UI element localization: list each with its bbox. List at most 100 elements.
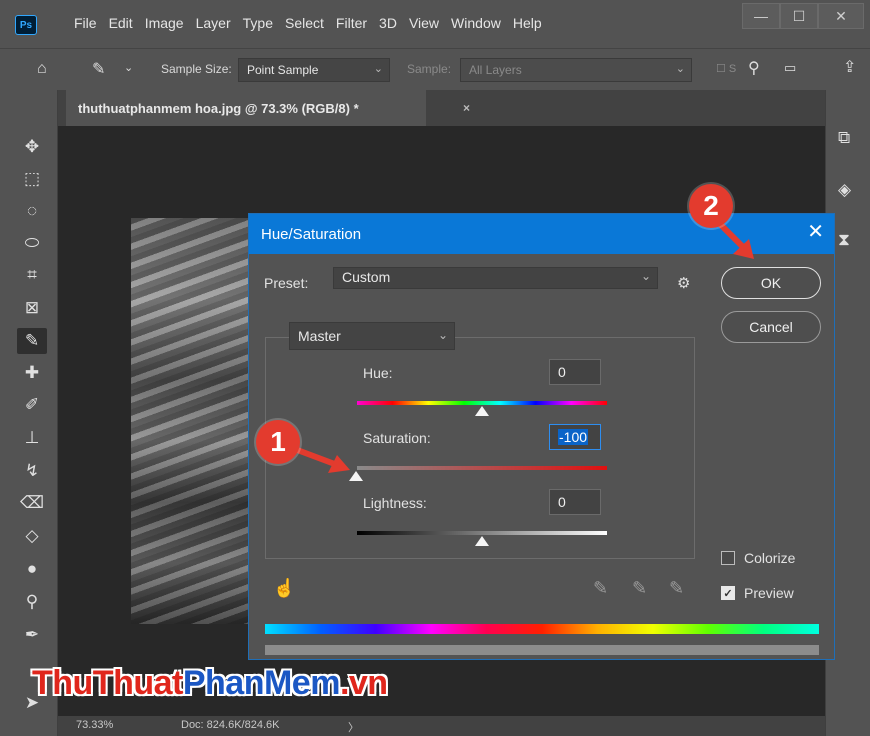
menu-filter[interactable]: Filter (336, 15, 367, 31)
frame-tool-icon[interactable]: ⊠ (17, 295, 47, 321)
hue-slider-track[interactable] (357, 401, 607, 405)
lasso-tool-icon[interactable]: ◌ (17, 198, 47, 224)
maximize-button[interactable]: ☐ (780, 3, 818, 29)
menu-layer[interactable]: Layer (196, 15, 231, 31)
sample-size-select[interactable]: Point Sample ⌄ (238, 58, 390, 82)
eyedropper-tool-preset-icon[interactable]: ✎ (92, 59, 105, 79)
preset-value: Custom (342, 269, 391, 285)
menu-image[interactable]: Image (145, 15, 184, 31)
home-icon[interactable]: ⌂ (37, 60, 47, 78)
preview-label: Preview (744, 585, 794, 601)
document-tab-close-icon[interactable]: × (463, 101, 470, 115)
eyedropper-icon[interactable]: ✎ (593, 578, 608, 599)
chevron-down-icon: ⌄ (640, 269, 651, 283)
hue-label: Hue: (363, 365, 393, 381)
eyedropper-tool-icon[interactable]: ✎ (17, 328, 47, 354)
colorize-checkbox[interactable] (721, 551, 735, 565)
quick-selection-tool-icon[interactable]: ⬭ (17, 230, 47, 256)
lightness-slider-thumb[interactable] (475, 536, 489, 546)
window-close-button[interactable]: ✕ (818, 3, 864, 29)
crop-tool-icon[interactable]: ⌗ (17, 262, 47, 288)
history-panel-icon[interactable]: ⧗ (838, 230, 850, 250)
status-menu-icon[interactable]: 〉 (348, 719, 359, 735)
healing-brush-tool-icon[interactable]: ✚ (17, 360, 47, 386)
menu-type[interactable]: Type (243, 15, 273, 31)
clone-stamp-tool-icon[interactable]: ⊥ (17, 425, 47, 451)
watermark-part-2: PhanMem (182, 664, 341, 702)
preview-checkbox[interactable]: ✓ (721, 586, 735, 600)
adjusted-spectrum-bar (265, 645, 819, 655)
hue-slider-thumb[interactable] (475, 406, 489, 416)
chevron-down-icon: ⌄ (675, 63, 685, 75)
sample-size-label: Sample Size: (161, 62, 232, 76)
step-2-badge: 2 (689, 184, 733, 228)
menu-help[interactable]: Help (513, 15, 542, 31)
saturation-label: Saturation: (363, 430, 431, 446)
preset-select[interactable]: Custom ⌄ (333, 267, 658, 289)
subtract-from-sample-eyedropper-icon[interactable]: ✎ (669, 578, 684, 599)
document-tab[interactable]: thuthuatphanmem hoa.jpg @ 73.3% (RGB/8) … (66, 90, 470, 126)
saturation-value: -100 (558, 429, 589, 445)
doc-size: Doc: 824.6K/824.6K (181, 719, 280, 731)
menu-items: File Edit Image Layer Type Select Filter… (74, 15, 554, 31)
watermark-part-1: ThuThuat (32, 664, 183, 702)
workspace-icon[interactable]: ▭ (784, 60, 796, 76)
hue-input[interactable]: 0 (549, 359, 601, 385)
menu-window[interactable]: Window (451, 15, 501, 31)
menu-view[interactable]: View (409, 15, 439, 31)
options-bar: ⌂ ✎ ⌄ Sample Size: Point Sample ⌄ Sample… (0, 48, 870, 90)
menu-3d[interactable]: 3D (379, 15, 397, 31)
dodge-tool-icon[interactable]: ⚲ (17, 589, 47, 615)
preset-options-gear-icon[interactable]: ⚙ (677, 274, 690, 292)
sample-layers-select[interactable]: All Layers ⌄ (460, 58, 692, 82)
watermark-logo: ThuThuatPhanMem.vn (32, 664, 388, 703)
watermark-part-3: .vn (339, 664, 388, 702)
eraser-tool-icon[interactable]: ⌫ (17, 490, 47, 516)
canvas-image (131, 218, 249, 624)
share-icon[interactable]: ⇪ (843, 57, 856, 77)
tools-panel: ✥ ⬚ ◌ ⬭ ⌗ ⊠ ✎ ✚ ✐ ⊥ ↯ ⌫ ◇ ● ⚲ ✒ ➤ (0, 90, 58, 736)
paint-bucket-tool-icon[interactable]: ◇ (17, 523, 47, 549)
ok-button[interactable]: OK (721, 267, 821, 299)
layers-panel-icon[interactable]: ◈ (838, 180, 851, 200)
channel-select[interactable]: Master ⌄ (289, 322, 455, 350)
dialog-close-icon[interactable]: ✕ (807, 222, 824, 242)
brush-tool-icon[interactable]: ✐ (17, 392, 47, 418)
status-bar: 73.33% Doc: 824.6K/824.6K 〉 (58, 716, 825, 736)
cancel-button[interactable]: Cancel (721, 311, 821, 343)
lightness-input[interactable]: 0 (549, 489, 601, 515)
history-brush-tool-icon[interactable]: ↯ (17, 458, 47, 484)
menu-select[interactable]: Select (285, 15, 324, 31)
sample-size-value: Point Sample (247, 63, 319, 77)
chevron-down-icon: ⌄ (437, 328, 448, 342)
step-1-badge: 1 (256, 420, 300, 464)
adjustment-group (265, 337, 695, 559)
menu-edit[interactable]: Edit (109, 15, 133, 31)
channel-value: Master (298, 328, 341, 344)
zoom-level[interactable]: 73.33% (76, 719, 113, 731)
blur-tool-icon[interactable]: ● (17, 556, 47, 582)
saturation-slider-thumb[interactable] (349, 471, 363, 481)
chevron-down-icon[interactable]: ⌄ (124, 61, 133, 74)
preset-label: Preset: (264, 275, 309, 291)
sample-layers-value: All Layers (469, 63, 522, 77)
pen-tool-icon[interactable]: ✒ (17, 622, 47, 648)
add-to-sample-eyedropper-icon[interactable]: ✎ (632, 578, 647, 599)
document-tab-title: thuthuatphanmem hoa.jpg @ 73.3% (RGB/8) … (78, 100, 359, 116)
targeted-adjustment-hand-icon[interactable]: ☝ (273, 578, 295, 599)
minimize-button[interactable]: — (742, 3, 780, 29)
marquee-tool-icon[interactable]: ⬚ (17, 166, 47, 192)
search-icon[interactable]: ⚲ (748, 58, 760, 78)
menu-file[interactable]: File (74, 15, 97, 31)
lightness-slider-track[interactable] (357, 531, 607, 535)
properties-panel-icon[interactable]: ⧉ (838, 128, 850, 148)
show-sampling-ring-checkbox-icon[interactable]: ☐ S (716, 62, 736, 75)
saturation-slider-track[interactable] (357, 466, 607, 470)
color-spectrum-bar (265, 624, 819, 634)
dialog-title: Hue/Saturation (261, 225, 362, 243)
move-tool-icon[interactable]: ✥ (17, 134, 47, 160)
chevron-down-icon: ⌄ (373, 63, 383, 75)
saturation-input[interactable]: -100 (549, 424, 601, 450)
dialog-title-bar: Hue/Saturation ✕ (249, 214, 834, 254)
colorize-label: Colorize (744, 550, 796, 566)
